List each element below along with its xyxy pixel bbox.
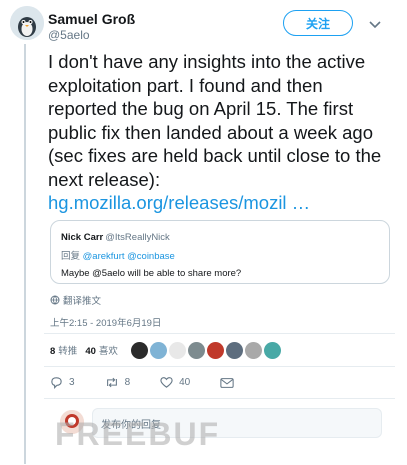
retweet-count: 8: [124, 377, 131, 388]
message-action[interactable]: [220, 377, 234, 389]
quoted-author-name: Nick Carr: [61, 232, 104, 243]
tweet-timestamp[interactable]: 上午2:15 - 2019年6月19日: [50, 315, 161, 329]
retweet-action[interactable]: 8: [105, 376, 131, 389]
tweet-stats: 8 转推 40 喜欢: [50, 343, 126, 357]
tweet-link[interactable]: hg.mozilla.org/releases/mozil …: [48, 192, 310, 213]
liker-avatar[interactable]: [188, 342, 205, 359]
tweet-text: I don't have any insights into the activ…: [48, 51, 382, 190]
reply-mentions[interactable]: @arekfurt @coinbase: [83, 251, 175, 262]
tweet-body: I don't have any insights into the activ…: [48, 50, 396, 215]
divider: [44, 366, 395, 367]
thread-line: [24, 44, 26, 464]
liker-avatar[interactable]: [264, 342, 281, 359]
author-avatar[interactable]: [10, 6, 44, 40]
follow-button[interactable]: 关注: [283, 10, 353, 36]
translate-tweet[interactable]: 翻译推文: [50, 293, 101, 307]
likers-avatars: [131, 342, 281, 359]
quoted-header: Nick Carr @ItsReallyNick: [61, 227, 379, 245]
globe-icon: [50, 295, 60, 305]
chevron-down-icon[interactable]: [367, 16, 383, 32]
tweet-header: Samuel Groß @5aelo 关注: [10, 6, 397, 42]
reply-prefix: 回复: [61, 251, 81, 262]
reply-count: 3: [69, 377, 75, 388]
quoted-author-handle: @ItsReallyNick: [105, 232, 170, 243]
divider: [44, 333, 395, 334]
translate-label: 翻译推文: [63, 296, 102, 307]
like-action[interactable]: 40: [160, 376, 190, 389]
envelope-icon: [220, 377, 234, 388]
heart-icon: [160, 377, 173, 388]
likes-stat[interactable]: 40 喜欢: [85, 343, 118, 357]
retweets-stat[interactable]: 8 转推: [50, 343, 77, 357]
quoted-text: Maybe @5aelo will be able to share more?: [61, 268, 242, 279]
liker-avatar[interactable]: [245, 342, 262, 359]
watermark: FREEBUF: [55, 416, 221, 452]
reply-icon: [51, 377, 62, 389]
liker-avatar[interactable]: [207, 342, 224, 359]
retweet-icon: [106, 377, 117, 388]
author-handle[interactable]: @5aelo: [48, 28, 90, 42]
reply-action[interactable]: 3: [50, 376, 75, 389]
tweet-actions: 3 8 40: [50, 376, 264, 389]
quoted-tweet[interactable]: Nick Carr @ItsReallyNick 回复 @arekfurt @co…: [50, 220, 390, 284]
liker-avatar[interactable]: [150, 342, 167, 359]
divider: [44, 398, 395, 399]
liker-avatar[interactable]: [169, 342, 186, 359]
liker-avatar[interactable]: [131, 342, 148, 359]
quoted-reply-context: 回复 @arekfurt @coinbase: [61, 248, 379, 262]
author-name[interactable]: Samuel Groß: [48, 11, 135, 27]
like-count: 40: [179, 377, 191, 388]
liker-avatar[interactable]: [226, 342, 243, 359]
